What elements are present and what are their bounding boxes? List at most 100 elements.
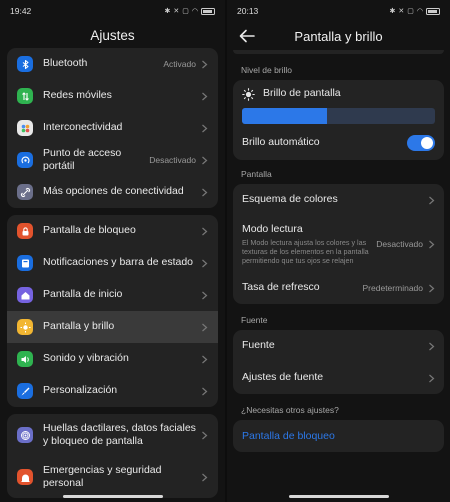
- chevron-right-icon: [202, 259, 208, 267]
- settings-item-label: Huellas dactilares, datos faciales y blo…: [43, 421, 196, 447]
- home-indicator: [62, 495, 163, 498]
- other-settings-card: Pantalla de bloqueo: [233, 420, 444, 452]
- scrolled-card-edge: [233, 50, 444, 54]
- settings-item-label: Bluetooth: [43, 57, 88, 70]
- brightness-slider[interactable]: [242, 108, 435, 124]
- refresh-rate-row[interactable]: Tasa de refresco Predeterminado: [233, 272, 444, 304]
- status-icons: ✱ ✕ ▢ ◠: [165, 7, 215, 15]
- silent-status-icon: ✕: [398, 8, 405, 15]
- bluetooth-status-icon: ✱: [164, 8, 171, 15]
- settings-item-brightness[interactable]: Pantalla y brillo: [7, 311, 218, 343]
- settings-item-sound[interactable]: Sonido y vibración: [7, 343, 218, 375]
- chevron-right-icon: [429, 342, 435, 350]
- brightness-icon: [17, 319, 33, 335]
- reading-mode-label: Modo lectura: [242, 222, 303, 235]
- settings-item-label: Pantalla y brillo: [43, 320, 115, 333]
- chevron-right-icon: [202, 473, 208, 481]
- status-time: 20:13: [237, 6, 259, 16]
- settings-screen: 19:42 ✱ ✕ ▢ ◠ Ajustes Bluetooth Activado R…: [0, 0, 225, 502]
- color-scheme-row[interactable]: Esquema de colores: [233, 184, 444, 216]
- auto-brightness-row[interactable]: Brillo automático: [233, 126, 444, 160]
- settings-item-mobile-data[interactable]: Redes móviles: [7, 80, 218, 112]
- fingerprint-icon: [17, 427, 33, 443]
- refresh-rate-label: Tasa de refresco: [242, 281, 320, 294]
- notification-icon: [17, 255, 33, 271]
- settings-item-link[interactable]: Más opciones de conectividad: [7, 176, 218, 208]
- chevron-right-icon: [429, 284, 435, 292]
- settings-item-label: Sonido y vibración: [43, 352, 129, 365]
- link-icon: [17, 184, 33, 200]
- brightness-slider-fill: [242, 108, 327, 124]
- brightness-row: Brillo de pantalla: [233, 80, 444, 108]
- section-other-settings: ¿Necesitas otros ajustes?: [241, 405, 339, 415]
- chevron-right-icon: [202, 227, 208, 235]
- nfc-status-icon: ▢: [182, 8, 189, 15]
- home-indicator: [288, 495, 389, 498]
- font-settings-label: Ajustes de fuente: [242, 371, 324, 384]
- mobile-data-icon: [17, 88, 33, 104]
- battery-icon: [201, 7, 215, 15]
- emergency-icon: [17, 469, 33, 485]
- settings-item-label: Pantalla de bloqueo: [43, 224, 136, 237]
- reading-mode-description: El Modo lectura ajusta los colores y las…: [242, 238, 369, 266]
- back-arrow-icon[interactable]: [239, 29, 255, 43]
- page-title: Ajustes: [90, 28, 135, 43]
- brightness-card: Brillo de pantalla Brillo automático: [233, 80, 444, 160]
- chevron-right-icon: [429, 196, 435, 204]
- header: Pantalla y brillo: [227, 22, 450, 50]
- brush-icon: [17, 383, 33, 399]
- status-bar: 19:42 ✱ ✕ ▢ ◠: [0, 0, 225, 22]
- reading-mode-value: Desactivado: [376, 239, 423, 249]
- status-time: 19:42: [10, 6, 32, 16]
- bluetooth-status-icon: ✱: [389, 8, 396, 15]
- lockscreen-link[interactable]: Pantalla de bloqueo: [242, 430, 335, 442]
- settings-item-label: Redes móviles: [43, 89, 112, 102]
- settings-group: Pantalla de bloqueo Notificaciones y barr…: [7, 215, 218, 407]
- auto-brightness-toggle[interactable]: [407, 135, 435, 151]
- settings-group: Huellas dactilares, datos faciales y blo…: [7, 414, 218, 498]
- wifi-status-icon: ◠: [191, 8, 198, 15]
- wifi-status-icon: ◠: [416, 8, 423, 15]
- battery-icon: [426, 7, 440, 15]
- settings-item-interconnect[interactable]: Interconectividad: [7, 112, 218, 144]
- settings-item-bluetooth[interactable]: Bluetooth Activado: [7, 48, 218, 80]
- settings-item-fingerprint[interactable]: Huellas dactilares, datos faciales y blo…: [7, 414, 218, 456]
- settings-item-label: Emergencias y seguridad personal: [43, 463, 162, 489]
- chevron-right-icon: [202, 188, 208, 196]
- interconnect-icon: [17, 120, 33, 136]
- font-settings-row[interactable]: Ajustes de fuente: [233, 362, 444, 394]
- font-label: Fuente: [242, 339, 275, 352]
- sun-icon: [242, 87, 255, 101]
- status-icons: ✱ ✕ ▢ ◠: [390, 7, 440, 15]
- chevron-right-icon: [202, 92, 208, 100]
- settings-item-value: Activado: [163, 59, 196, 69]
- font-card: Fuente Ajustes de fuente: [233, 330, 444, 394]
- settings-item-lock[interactable]: Pantalla de bloqueo: [7, 215, 218, 247]
- hotspot-icon: [17, 152, 33, 168]
- reading-mode-row[interactable]: Modo lectura El Modo lectura ajusta los …: [233, 216, 444, 272]
- settings-item-label: Más opciones de conectividad: [43, 185, 184, 198]
- settings-item-hotspot[interactable]: Punto de acceso portátil Desactivado: [7, 144, 218, 176]
- settings-item-emergency[interactable]: Emergencias y seguridad personal: [7, 456, 218, 498]
- chevron-right-icon: [202, 387, 208, 395]
- status-bar: 20:13 ✱ ✕ ▢ ◠: [227, 0, 450, 22]
- settings-item-home[interactable]: Pantalla de inicio: [7, 279, 218, 311]
- bluetooth-icon: [17, 56, 33, 72]
- sound-icon: [17, 351, 33, 367]
- chevron-right-icon: [429, 240, 435, 248]
- chevron-right-icon: [202, 323, 208, 331]
- font-row[interactable]: Fuente: [233, 330, 444, 362]
- chevron-right-icon: [429, 374, 435, 382]
- screen-card: Esquema de colores Modo lectura El Modo …: [233, 184, 444, 304]
- chevron-right-icon: [202, 431, 208, 439]
- settings-group: Bluetooth Activado Redes móviles Interconec…: [7, 48, 218, 208]
- page-title: Pantalla y brillo: [294, 28, 383, 44]
- settings-item-brush[interactable]: Personalización: [7, 375, 218, 407]
- chevron-right-icon: [202, 355, 208, 363]
- home-icon: [17, 287, 33, 303]
- auto-brightness-label: Brillo automático: [242, 136, 320, 149]
- settings-item-notification[interactable]: Notificaciones y barra de estado: [7, 247, 218, 279]
- nfc-status-icon: ▢: [407, 8, 414, 15]
- chevron-right-icon: [202, 60, 208, 68]
- lockscreen-link-row[interactable]: Pantalla de bloqueo: [233, 420, 444, 452]
